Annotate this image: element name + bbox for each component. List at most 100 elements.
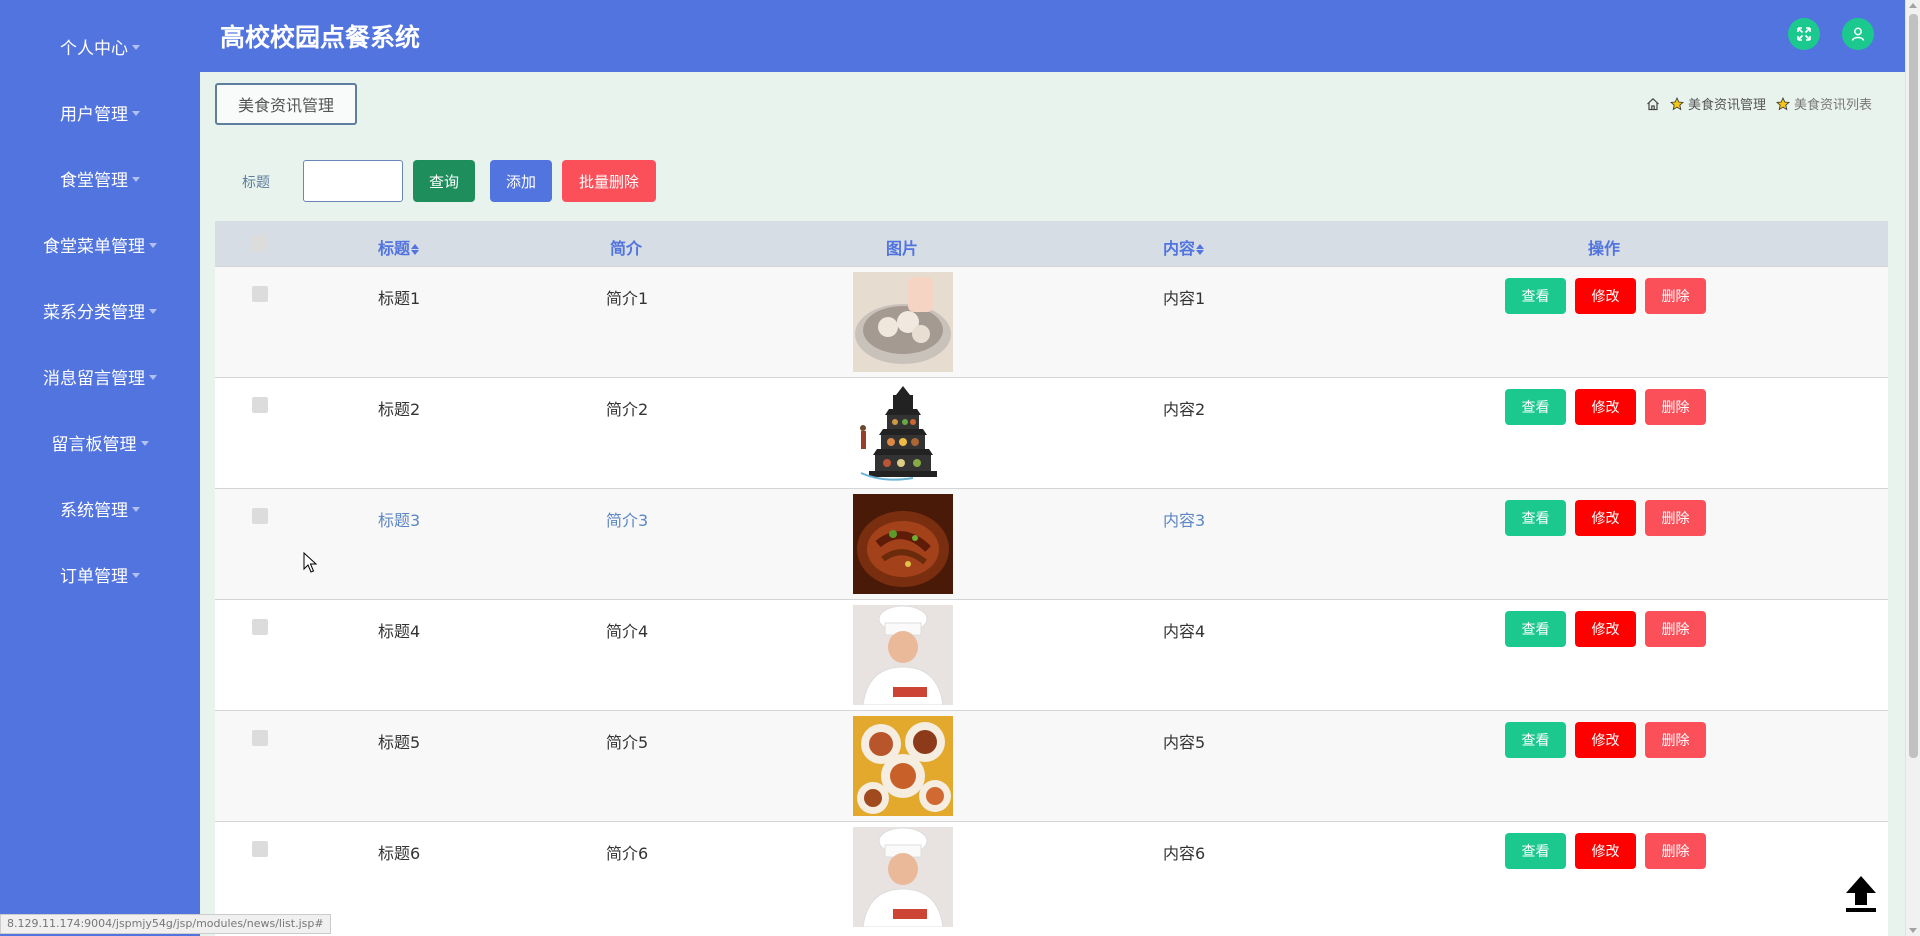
table-row[interactable]: 标题4 简介4 内容4 查看 修改 删除 — [215, 599, 1888, 710]
scroll-down-icon[interactable] — [1909, 928, 1917, 933]
delete-button[interactable]: 删除 — [1645, 611, 1706, 647]
edit-button[interactable]: 修改 — [1575, 611, 1636, 647]
row-checkbox[interactable] — [252, 508, 268, 524]
sort-icon[interactable] — [1196, 244, 1205, 255]
table-row[interactable]: 标题5 简介5 内容5 查看 修改 删除 — [215, 710, 1888, 821]
sidebar-item-personal-center[interactable]: 个人中心 — [0, 26, 200, 66]
row-title: 标题3 — [378, 511, 421, 530]
scrollbar-thumb[interactable] — [1909, 14, 1918, 758]
back-to-top-button[interactable] — [1843, 873, 1879, 913]
table-row[interactable]: 标题6 简介6 内容6 查看 修改 删除 — [215, 821, 1888, 932]
column-header-title[interactable]: 标题 — [378, 235, 420, 259]
row-title: 标题1 — [378, 289, 421, 308]
edit-button[interactable]: 修改 — [1575, 278, 1636, 314]
view-button[interactable]: 查看 — [1505, 500, 1566, 536]
sort-icon[interactable] — [411, 244, 420, 255]
sidebar-item-messages[interactable]: 消息留言管理 — [0, 356, 200, 396]
edit-button[interactable]: 修改 — [1575, 389, 1636, 425]
batch-delete-button[interactable]: 批量删除 — [562, 160, 656, 202]
row-intro: 简介4 — [606, 622, 649, 641]
sidebar-item-orders[interactable]: 订单管理 — [0, 554, 200, 594]
breadcrumb-label: 美食资讯列表 — [1793, 98, 1872, 113]
fullscreen-button[interactable] — [1788, 18, 1820, 50]
sidebar-item-label: 订单管理 — [60, 566, 128, 587]
sidebar-item-label: 食堂菜单管理 — [43, 236, 145, 257]
row-checkbox[interactable] — [252, 841, 268, 857]
edit-button[interactable]: 修改 — [1575, 833, 1636, 869]
chef-image — [853, 605, 953, 705]
row-checkbox[interactable] — [252, 286, 268, 302]
app-title: 高校校园点餐系统 — [220, 23, 421, 52]
row-checkbox[interactable] — [252, 730, 268, 746]
sidebar-item-label: 用户管理 — [60, 104, 128, 125]
view-button[interactable]: 查看 — [1505, 611, 1566, 647]
chevron-down-icon — [132, 44, 140, 50]
page-scrollbar[interactable] — [1905, 0, 1920, 936]
sidebar-item-canteen[interactable]: 食堂管理 — [0, 158, 200, 198]
table-row[interactable]: 标题2 简介2 内容2 查看 修改 删除 — [215, 377, 1888, 488]
edit-button[interactable]: 修改 — [1575, 500, 1636, 536]
delete-button[interactable]: 删除 — [1645, 389, 1706, 425]
row-checkbox[interactable] — [252, 619, 268, 635]
column-header-actions: 操作 — [1588, 239, 1621, 258]
row-title: 标题2 — [378, 400, 421, 419]
chevron-down-icon — [132, 176, 140, 182]
sidebar-item-message-board[interactable]: 留言板管理 — [0, 422, 200, 462]
add-button[interactable]: 添加 — [490, 160, 552, 202]
column-header-image: 图片 — [886, 239, 919, 258]
row-intro: 简介2 — [606, 400, 649, 419]
sidebar-item-label: 食堂管理 — [60, 170, 128, 191]
column-header-intro: 简介 — [610, 239, 643, 258]
view-button[interactable]: 查看 — [1505, 722, 1566, 758]
delete-button[interactable]: 删除 — [1645, 722, 1706, 758]
plated-dishes-image — [853, 716, 953, 816]
column-header-label: 内容 — [1163, 239, 1196, 258]
home-icon[interactable] — [1646, 97, 1660, 111]
select-all-checkbox[interactable] — [252, 235, 268, 251]
table-row[interactable]: 标题1 简介1 内容1 查看 修改 删除 — [215, 266, 1888, 377]
table-header: 标题 简介 图片 内容 操作 — [215, 221, 1888, 266]
row-title: 标题6 — [378, 844, 421, 863]
edit-button[interactable]: 修改 — [1575, 722, 1636, 758]
sidebar-item-label: 菜系分类管理 — [43, 302, 145, 323]
delete-button[interactable]: 删除 — [1645, 833, 1706, 869]
delete-button[interactable]: 删除 — [1645, 278, 1706, 314]
breadcrumb-item[interactable]: 美食资讯列表 — [1776, 94, 1872, 113]
column-header-label: 标题 — [378, 239, 411, 258]
row-content: 内容1 — [1163, 289, 1206, 308]
column-header-content[interactable]: 内容 — [1163, 235, 1205, 259]
news-table: 标题 简介 图片 内容 操作 标题1 简介1 内容1 查看 修改 删除 标题2 … — [215, 221, 1888, 936]
sidebar-item-label: 消息留言管理 — [43, 368, 145, 389]
sidebar-item-label: 个人中心 — [60, 38, 128, 59]
user-button[interactable] — [1842, 18, 1874, 50]
breadcrumb-label: 美食资讯管理 — [1687, 98, 1766, 113]
query-button[interactable]: 查询 — [413, 160, 475, 202]
user-icon — [1851, 27, 1865, 41]
view-button[interactable]: 查看 — [1505, 278, 1566, 314]
fullscreen-icon — [1797, 27, 1811, 41]
food-pagoda-image — [853, 383, 953, 483]
sidebar-item-label: 留言板管理 — [51, 434, 137, 455]
sidebar-item-system[interactable]: 系统管理 — [0, 488, 200, 528]
mouse-cursor-icon — [303, 552, 317, 573]
row-checkbox[interactable] — [252, 397, 268, 413]
search-title-input[interactable] — [303, 160, 403, 202]
chevron-down-icon — [149, 308, 157, 314]
sidebar-item-users[interactable]: 用户管理 — [0, 92, 200, 132]
scroll-up-icon[interactable] — [1909, 3, 1917, 8]
chevron-down-icon — [149, 242, 157, 248]
chevron-down-icon — [140, 440, 149, 446]
delete-button[interactable]: 删除 — [1645, 500, 1706, 536]
sidebar-item-canteen-menu[interactable]: 食堂菜单管理 — [0, 224, 200, 264]
view-button[interactable]: 查看 — [1505, 833, 1566, 869]
chevron-down-icon — [132, 572, 140, 578]
breadcrumb-item[interactable]: 美食资讯管理 — [1670, 94, 1766, 113]
sidebar: 个人中心 用户管理 食堂管理 食堂菜单管理 菜系分类管理 消息留言管理 留言板管… — [0, 0, 200, 936]
table-row[interactable]: 标题3 简介3 内容3 查看 修改 删除 — [215, 488, 1888, 599]
view-button[interactable]: 查看 — [1505, 389, 1566, 425]
row-content: 内容6 — [1163, 844, 1206, 863]
breadcrumb: 美食资讯管理 美食资讯列表 — [1646, 94, 1872, 113]
sidebar-item-cuisine-category[interactable]: 菜系分类管理 — [0, 290, 200, 330]
page-title-tag: 美食资讯管理 — [215, 83, 357, 125]
row-intro: 简介6 — [606, 844, 649, 863]
